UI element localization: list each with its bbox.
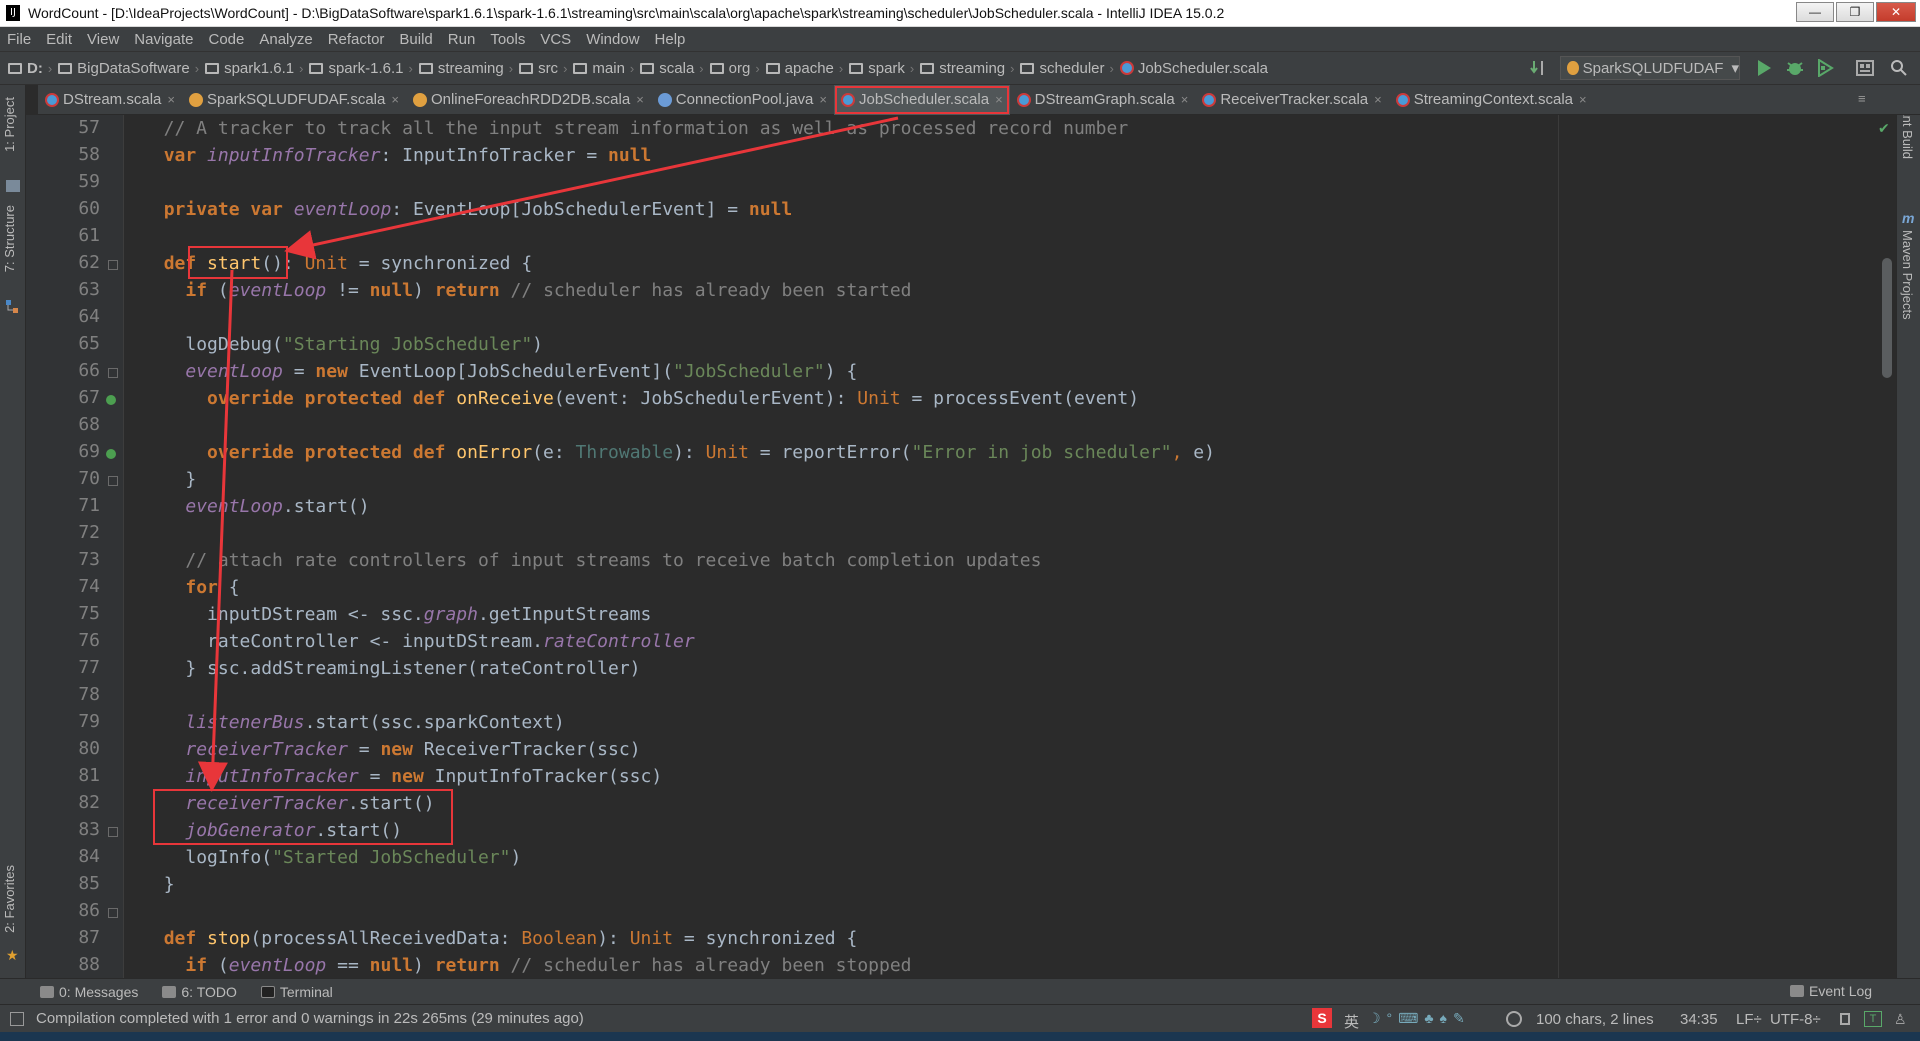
hector-icon[interactable]: ♙ [1894,1011,1907,1028]
messages-icon [40,985,54,998]
ime-language[interactable]: 英 [1344,1011,1359,1032]
tab-todo[interactable]: 6: TODO [162,984,237,1000]
selection-info: 100 chars, 2 lines [1536,1011,1654,1028]
ime-logo-icon[interactable]: S [1312,1008,1332,1028]
lock-icon[interactable] [1840,1013,1850,1025]
todo-icon [162,985,177,998]
memory-indicator-icon [1506,1011,1522,1027]
os-taskbar [0,1032,1920,1041]
line-separator[interactable]: LF÷ [1736,1011,1762,1028]
annotation-arrow-tab-to-start [284,116,899,260]
status-bar: Compilation completed with 1 error and 0… [0,1004,1920,1032]
toggle-tool-windows-icon[interactable] [10,1012,24,1026]
event-log-icon [1790,985,1804,997]
tab-label: 6: TODO [181,983,237,1000]
tab-label: 0: Messages [59,983,139,1000]
tab-terminal[interactable]: Terminal [260,983,333,1000]
bottom-tool-tabs: 0: Messages 6: TODO Terminal Event Log [0,978,1920,1004]
tab-messages[interactable]: 0: Messages [40,984,138,1000]
inspector-icon[interactable]: T [1864,1011,1882,1027]
tab-label: Terminal [279,983,333,1000]
event-log-button[interactable]: Event Log [1790,983,1872,999]
status-message: Compilation completed with 1 error and 0… [36,1010,584,1027]
file-encoding[interactable]: UTF-8÷ [1770,1011,1821,1028]
caret-position[interactable]: 34:35 [1680,1011,1718,1028]
terminal-icon [260,985,275,998]
annotation-arrow-start-to-calls [197,269,234,792]
ime-toolbar-icons[interactable]: ☽°⌨♣♠✎ [1368,1010,1471,1027]
event-log-label: Event Log [1809,983,1873,999]
annotation-arrows [197,116,899,792]
